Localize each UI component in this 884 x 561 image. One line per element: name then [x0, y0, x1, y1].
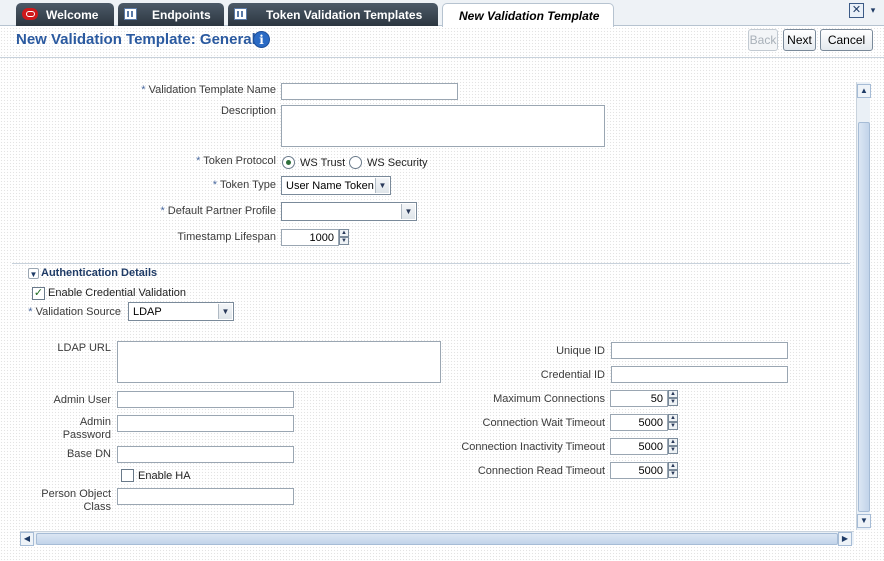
enable-ha-checkbox[interactable] — [121, 469, 134, 482]
base-dn-label: Base DN — [66, 448, 111, 460]
tab-label: New Validation Template — [459, 8, 600, 23]
unique-id-input[interactable] — [611, 342, 788, 359]
horizontal-scrollbar[interactable]: ◀ ▶ — [20, 531, 854, 546]
template-name-label: * Validation Template Name — [141, 84, 276, 96]
read-timeout-input[interactable]: 5000 — [610, 462, 668, 479]
scroll-up-icon[interactable]: ▲ — [857, 84, 871, 98]
admin-user-input[interactable] — [117, 391, 294, 408]
chevron-down-icon: ▼ — [401, 204, 415, 219]
timestamp-input[interactable]: 1000 — [281, 229, 339, 246]
collapse-icon[interactable]: ▼ — [28, 268, 39, 279]
enable-ha-label: Enable HA — [138, 470, 191, 482]
close-tabs-icon[interactable]: ✕ — [849, 3, 864, 18]
person-class-label: Person Object Class — [41, 488, 111, 513]
admin-password-label: Admin Password — [62, 416, 111, 441]
partner-profile-select[interactable]: ▼ — [281, 202, 417, 221]
ws-trust-radio[interactable] — [282, 156, 295, 169]
validation-source-value: LDAP — [133, 305, 162, 318]
enable-validation-label: Enable Credential Validation — [48, 287, 186, 299]
read-timeout-label: Connection Read Timeout — [477, 465, 605, 477]
timestamp-label: Timestamp Lifespan — [177, 231, 276, 243]
vertical-scroll-thumb[interactable] — [858, 122, 870, 512]
inactivity-timeout-stepper[interactable]: ▲ ▼ — [668, 438, 678, 455]
token-type-select[interactable]: User Name Token ▼ — [281, 176, 391, 195]
token-protocol-label: * Token Protocol — [196, 155, 276, 167]
tab-label: Endpoints — [152, 7, 211, 22]
horizontal-scroll-thumb[interactable] — [36, 533, 838, 545]
credential-id-label: Credential ID — [540, 369, 605, 381]
header-divider — [0, 57, 884, 58]
token-type-label: * Token Type — [212, 179, 276, 191]
description-textarea[interactable] — [281, 105, 605, 147]
tab-label: Welcome — [46, 7, 99, 22]
admin-user-label: Admin User — [53, 394, 111, 406]
max-connections-label: Maximum Connections — [493, 393, 605, 405]
wait-timeout-label: Connection Wait Timeout — [482, 417, 605, 429]
token-type-value: User Name Token — [286, 179, 374, 192]
tab-new-validation-template[interactable]: New Validation Template — [442, 3, 614, 27]
scroll-down-icon[interactable]: ▼ — [857, 514, 871, 528]
back-button[interactable]: Back — [748, 29, 778, 51]
unique-id-label: Unique ID — [556, 345, 605, 357]
credential-id-input[interactable] — [611, 366, 788, 383]
timestamp-stepper[interactable]: ▲ ▼ — [339, 229, 349, 246]
page-title: New Validation Template: General — [16, 31, 256, 48]
max-connections-stepper[interactable]: ▲ ▼ — [668, 390, 678, 407]
validation-source-select[interactable]: LDAP ▼ — [128, 302, 234, 321]
section-title[interactable]: Authentication Details — [41, 267, 157, 279]
base-dn-input[interactable] — [117, 446, 294, 463]
tab-endpoints[interactable]: Endpoints — [118, 3, 224, 26]
ldap-url-label: LDAP URL — [57, 342, 111, 354]
scroll-left-icon[interactable]: ◀ — [20, 532, 34, 546]
vertical-scrollbar[interactable]: ▲ ▼ — [856, 82, 871, 530]
oracle-logo-icon — [22, 8, 38, 20]
inactivity-timeout-label: Connection Inactivity Timeout — [461, 441, 605, 453]
wait-timeout-input[interactable]: 5000 — [610, 414, 668, 431]
tab-bar: Welcome Endpoints Token Validation Templ… — [0, 0, 884, 27]
enable-validation-checkbox[interactable]: ✓ — [32, 287, 45, 300]
person-class-input[interactable] — [117, 488, 294, 505]
read-timeout-stepper[interactable]: ▲ ▼ — [668, 462, 678, 479]
ws-security-radio[interactable] — [349, 156, 362, 169]
inactivity-timeout-input[interactable]: 5000 — [610, 438, 668, 455]
tab-token-validation-templates[interactable]: Token Validation Templates — [228, 3, 438, 26]
ldap-url-textarea[interactable] — [117, 341, 441, 383]
scroll-right-icon[interactable]: ▶ — [838, 532, 852, 546]
admin-password-input[interactable] — [117, 415, 294, 432]
cancel-button[interactable]: Cancel — [820, 29, 873, 51]
validation-source-label: * Validation Source — [28, 306, 121, 318]
ws-trust-label: WS Trust — [300, 157, 346, 169]
tab-welcome[interactable]: Welcome — [16, 3, 114, 26]
ws-security-label: WS Security — [367, 157, 428, 169]
table-icon — [124, 8, 137, 20]
max-connections-input[interactable]: 50 — [610, 390, 668, 407]
window-menu-icon[interactable]: ▾ — [866, 3, 880, 18]
table-icon — [234, 8, 247, 20]
template-name-input[interactable] — [281, 83, 458, 100]
description-label: Description — [220, 105, 276, 117]
info-icon[interactable]: i — [253, 31, 270, 48]
tab-label: Token Validation Templates — [266, 7, 423, 22]
chevron-down-icon: ▼ — [218, 304, 232, 319]
chevron-down-icon: ▼ — [375, 178, 389, 193]
partner-profile-label: * Default Partner Profile — [160, 205, 276, 217]
wait-timeout-stepper[interactable]: ▲ ▼ — [668, 414, 678, 431]
next-button[interactable]: Next — [783, 29, 816, 51]
